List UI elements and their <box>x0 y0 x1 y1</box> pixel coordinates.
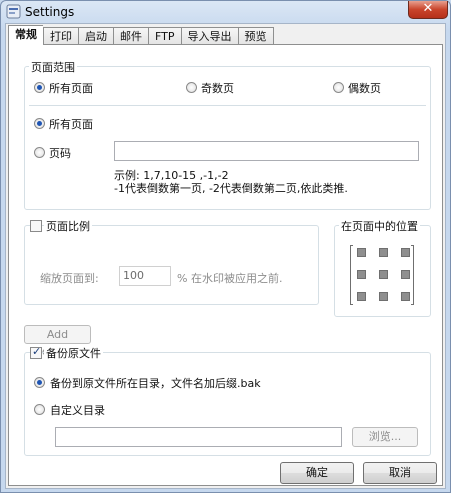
position-top-center[interactable] <box>379 248 388 257</box>
page-position-group: 在页面中的位置 <box>334 218 431 317</box>
radio-page-numbers[interactable] <box>34 147 45 158</box>
position-grid-right-bracket <box>411 245 414 305</box>
browse-button[interactable]: 浏览... <box>352 427 418 447</box>
settings-window: Settings ✕ 常规 打印 启动 邮件 FTP 导入导出 预览 页面范围 … <box>0 0 451 493</box>
page-position-legend: 在页面中的位置 <box>339 218 420 234</box>
general-tab-panel: 页面范围 所有页面 奇数页 偶数页 所有页面 页码 示例: 1,7,10-15 … <box>8 44 443 486</box>
position-grid-left-bracket <box>350 245 353 305</box>
position-bottom-center[interactable] <box>379 292 388 301</box>
radio-all-pages-2[interactable] <box>34 118 45 129</box>
tab-ftp[interactable]: FTP <box>148 27 181 45</box>
backup-group: 备份原文件 备份到原文件所在目录，文件名加后缀.bak 自定义目录 浏览... <box>24 345 431 456</box>
window-title: Settings <box>25 5 75 19</box>
page-ratio-checkbox[interactable] <box>30 220 42 232</box>
tab-import-export[interactable]: 导入导出 <box>180 27 238 45</box>
ok-button[interactable]: 确定 <box>280 462 354 484</box>
tab-email[interactable]: 邮件 <box>113 27 148 45</box>
page-numbers-input[interactable] <box>114 141 419 161</box>
close-button[interactable]: ✕ <box>408 1 448 19</box>
radio-even-pages-label[interactable]: 偶数页 <box>348 80 381 96</box>
page-range-legend: 页面范围 <box>29 59 77 75</box>
backup-original-legend[interactable]: 备份原文件 <box>44 345 103 361</box>
tab-strip: 常规 打印 启动 邮件 FTP 导入导出 预览 <box>8 25 274 45</box>
radio-all-pages[interactable] <box>34 82 45 93</box>
window-client-area: 常规 打印 启动 邮件 FTP 导入导出 预览 页面范围 所有页面 奇数页 偶数… <box>5 23 446 489</box>
page-range-separator <box>29 105 426 106</box>
radio-all-pages-label[interactable]: 所有页面 <box>49 80 93 96</box>
position-bottom-right[interactable] <box>401 292 410 301</box>
radio-custom-dir[interactable] <box>34 404 45 415</box>
radio-all-pages-2-label[interactable]: 所有页面 <box>49 116 93 132</box>
scale-page-input[interactable]: 100 <box>119 266 171 286</box>
tab-general[interactable]: 常规 <box>8 25 43 45</box>
tab-startup[interactable]: 启动 <box>78 27 113 45</box>
radio-even-pages[interactable] <box>333 82 344 93</box>
radio-odd-pages[interactable] <box>186 82 197 93</box>
settings-app-icon <box>6 4 21 19</box>
tab-preview[interactable]: 预览 <box>237 27 274 45</box>
position-top-left[interactable] <box>357 248 366 257</box>
custom-dir-input[interactable] <box>55 427 342 447</box>
title-bar[interactable]: Settings ✕ <box>1 1 450 23</box>
position-top-right[interactable] <box>401 248 410 257</box>
radio-odd-pages-label[interactable]: 奇数页 <box>201 80 234 96</box>
radio-custom-dir-label[interactable]: 自定义目录 <box>50 402 105 418</box>
position-center[interactable] <box>379 270 388 279</box>
scale-page-label: 缩放页面到: <box>40 272 99 285</box>
position-middle-left[interactable] <box>357 270 366 279</box>
page-range-group: 页面范围 所有页面 奇数页 偶数页 所有页面 页码 示例: 1,7,10-15 … <box>24 59 431 210</box>
add-security-button[interactable]: Add Security <box>24 325 91 358</box>
page-range-example-note: -1代表倒数第一页, -2代表倒数第二页,依此类推. <box>114 182 348 195</box>
cancel-button[interactable]: 取消 <box>363 462 437 484</box>
page-ratio-group: 页面比例 缩放页面到: 100 % 在水印被应用之前. <box>24 218 319 305</box>
tab-print[interactable]: 打印 <box>43 27 78 45</box>
radio-backup-same-dir-label[interactable]: 备份到原文件所在目录，文件名加后缀.bak <box>50 375 261 391</box>
backup-original-checkbox[interactable] <box>30 345 42 359</box>
scale-page-suffix: % 在水印被应用之前. <box>177 272 283 285</box>
position-bottom-left[interactable] <box>357 292 366 301</box>
radio-page-numbers-label[interactable]: 页码 <box>49 145 71 161</box>
radio-backup-same-dir[interactable] <box>34 377 45 388</box>
position-middle-right[interactable] <box>401 270 410 279</box>
page-ratio-legend[interactable]: 页面比例 <box>44 218 92 234</box>
